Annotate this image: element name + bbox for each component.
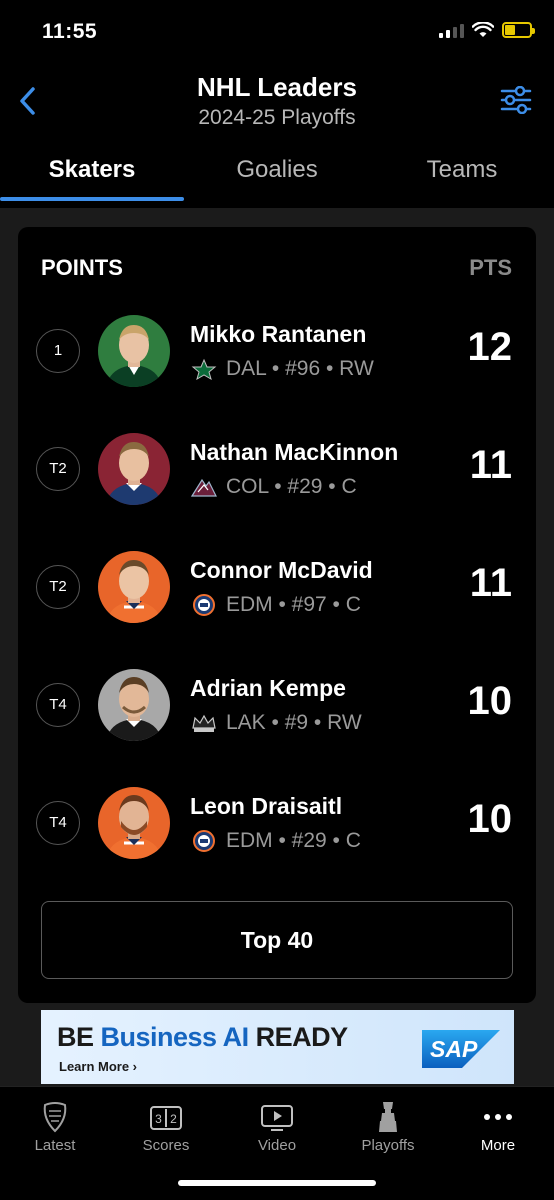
player-points: 11 bbox=[469, 561, 512, 605]
tabbar-label: Scores bbox=[142, 1137, 190, 1154]
player-team-number-position: DAL • #96 • RW bbox=[226, 357, 374, 380]
home-indicator[interactable] bbox=[178, 1180, 376, 1186]
status-time: 11:55 bbox=[42, 20, 98, 43]
player-name: Nathan MacKinnon bbox=[190, 439, 399, 465]
rank-badge: T2 bbox=[36, 565, 80, 609]
player-team-number-position: LAK • #9 • RW bbox=[226, 711, 362, 734]
player-name: Connor McDavid bbox=[190, 557, 373, 583]
tab-goalies[interactable]: Goalies bbox=[185, 150, 369, 204]
player-info: EDM • #97 • C bbox=[190, 593, 361, 617]
ad-banner[interactable]: BE Business AI READY Learn More › SAP bbox=[41, 1010, 514, 1084]
filter-sliders-icon[interactable] bbox=[500, 86, 532, 114]
leader-row[interactable]: T2 Nathan MacKinnon COL • #29 • C 11 bbox=[18, 425, 536, 525]
ad-container: BE Business AI READY Learn More › SAP bbox=[0, 1008, 554, 1086]
player-info: LAK • #9 • RW bbox=[190, 711, 362, 735]
ad-headline: BE Business AI READY bbox=[57, 1022, 348, 1053]
stat-column-label: PTS bbox=[469, 255, 512, 280]
tabbar-label: Video bbox=[257, 1137, 297, 1154]
ad-text-suffix: READY bbox=[248, 1022, 349, 1052]
player-name: Adrian Kempe bbox=[190, 675, 346, 701]
player-points: 12 bbox=[467, 325, 513, 369]
tabbar-video[interactable]: Video bbox=[222, 1087, 332, 1167]
stanley-cup-icon bbox=[379, 1102, 397, 1132]
svg-text:2: 2 bbox=[170, 1112, 177, 1126]
scores-icon: 3 2 bbox=[150, 1106, 182, 1130]
player-name: Leon Draisaitl bbox=[190, 793, 343, 819]
player-headshot bbox=[98, 669, 170, 741]
rank-badge: 1 bbox=[36, 329, 80, 373]
leader-row[interactable]: T4 Adrian Kempe LAK • #9 • RW 10 bbox=[18, 661, 536, 761]
page-subtitle: 2024-25 Playoffs bbox=[198, 106, 356, 129]
tabbar-latest[interactable]: Latest bbox=[0, 1087, 110, 1167]
rank-badge: T2 bbox=[36, 447, 80, 491]
player-name: Mikko Rantanen bbox=[190, 321, 367, 347]
segment-tabs: Skaters Goalies Teams bbox=[0, 150, 554, 208]
tabbar-more[interactable]: More bbox=[443, 1087, 553, 1167]
tab-teams[interactable]: Teams bbox=[370, 150, 554, 204]
player-team-number-position: EDM • #29 • C bbox=[226, 829, 361, 852]
header: NHL Leaders 2024-25 Playoffs Skaters Goa… bbox=[0, 62, 554, 208]
player-team-number-position: EDM • #97 • C bbox=[226, 593, 361, 616]
ad-text-prefix: BE bbox=[57, 1022, 101, 1052]
more-dots-icon bbox=[484, 1114, 512, 1120]
sap-logo-icon: SAP bbox=[422, 1030, 500, 1068]
player-info: EDM • #29 • C bbox=[190, 829, 361, 853]
player-headshot bbox=[98, 315, 170, 387]
player-team-number-position: COL • #29 • C bbox=[226, 475, 357, 498]
tabbar-label: Latest bbox=[34, 1137, 76, 1154]
player-headshot bbox=[98, 551, 170, 623]
player-points: 10 bbox=[467, 679, 513, 723]
ad-learn-more[interactable]: Learn More › bbox=[59, 1059, 137, 1074]
svg-text:3: 3 bbox=[155, 1112, 162, 1126]
oilers-logo-icon bbox=[193, 830, 215, 852]
battery-icon bbox=[502, 22, 535, 38]
nhl-shield-icon bbox=[43, 1102, 67, 1133]
sap-brand-text: SAP bbox=[430, 1036, 478, 1062]
category-title: POINTS bbox=[41, 255, 123, 280]
leader-row[interactable]: T4 Leon Draisaitl EDM • #29 • C 10 bbox=[18, 779, 536, 879]
leader-row[interactable]: T2 Connor McDavid EDM • #97 • C 11 bbox=[18, 543, 536, 643]
oilers-logo-icon bbox=[193, 594, 215, 616]
top-40-button[interactable]: Top 40 bbox=[41, 901, 513, 979]
player-headshot bbox=[98, 433, 170, 505]
player-points: 10 bbox=[467, 797, 513, 841]
player-info: COL • #29 • C bbox=[190, 475, 357, 499]
tabbar-label: Playoffs bbox=[361, 1137, 415, 1154]
status-bar: 11:55 bbox=[0, 0, 554, 62]
player-points: 11 bbox=[469, 443, 512, 487]
player-info: DAL • #96 • RW bbox=[190, 357, 374, 381]
page-title: NHL Leaders bbox=[197, 72, 357, 102]
rank-badge: T4 bbox=[36, 801, 80, 845]
tabbar-playoffs[interactable]: Playoffs bbox=[333, 1087, 443, 1167]
wifi-icon bbox=[472, 22, 494, 37]
leader-row[interactable]: 1 Mikko Rantanen DAL • #96 • RW 12 bbox=[18, 307, 536, 407]
tabbar-scores[interactable]: 3 2 Scores bbox=[111, 1087, 221, 1167]
video-play-icon bbox=[261, 1105, 293, 1131]
stars-logo-icon bbox=[191, 358, 217, 380]
status-icons bbox=[439, 22, 535, 38]
avalanche-logo-icon bbox=[190, 478, 217, 497]
player-headshot bbox=[98, 787, 170, 859]
cellular-signal-icon bbox=[439, 22, 464, 38]
tab-skaters[interactable]: Skaters bbox=[0, 150, 184, 204]
tabbar-label: More bbox=[480, 1137, 516, 1154]
kings-logo-icon bbox=[192, 714, 216, 732]
points-leaders-card: POINTS PTS 1 Mikko Rantanen DAL • #96 • … bbox=[18, 227, 536, 1003]
ad-text-highlight: Business AI bbox=[100, 1022, 250, 1052]
rank-badge: T4 bbox=[36, 683, 80, 727]
